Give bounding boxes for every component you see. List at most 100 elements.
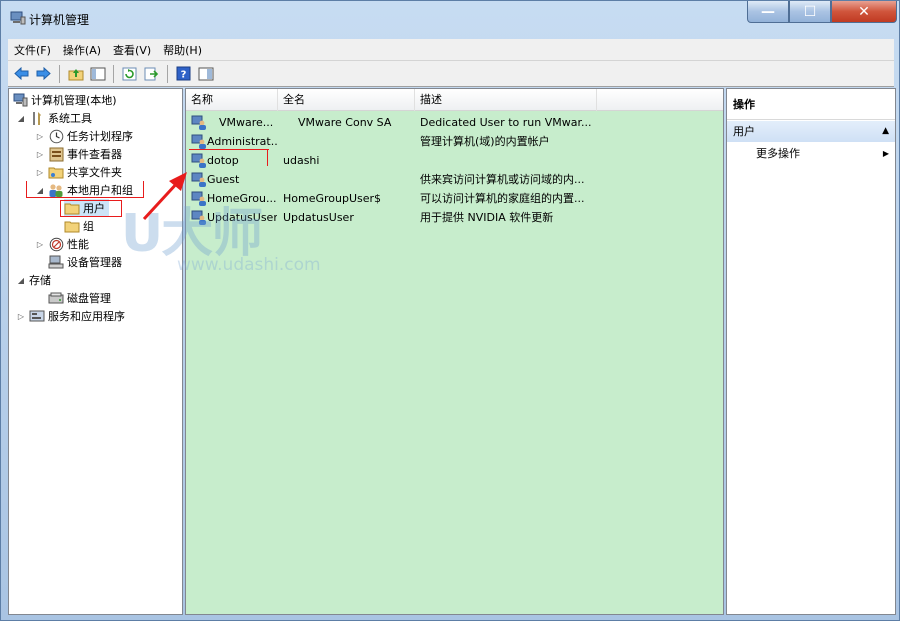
expand-arrow-icon[interactable]: ▷ (16, 312, 26, 321)
tree-item-shared-folders[interactable]: ▷ 共享文件夹 (35, 163, 122, 181)
cell-full-name: HomeGroupUser$ (283, 192, 382, 205)
close-icon: ✕ (858, 3, 870, 20)
tree-label: 事件查看器 (67, 148, 122, 161)
table-row[interactable]: dotop udashi (186, 151, 723, 170)
expand-arrow-icon[interactable]: ▷ (35, 168, 45, 177)
folder-up-icon (68, 68, 83, 80)
expand-arrow-icon[interactable]: ▷ (35, 132, 45, 141)
more-actions-item[interactable]: 更多操作 ▶ (727, 144, 895, 164)
tree-item-services-apps[interactable]: ▷ 服务和应用程序 (16, 307, 125, 325)
minimize-button[interactable]: — (747, 1, 789, 23)
column-header-full-name[interactable]: 全名 (278, 89, 415, 111)
tree-item-task-scheduler[interactable]: ▷ 任务计划程序 (35, 127, 133, 145)
up-one-level-button[interactable] (66, 64, 85, 83)
actions-title: 操作 (727, 89, 895, 120)
actions-pane: 操作 用户 ▲ 更多操作 ▶ (726, 88, 896, 615)
tree-item-device-manager[interactable]: 设备管理器 (48, 253, 122, 271)
table-row[interactable]: HomeGrou... HomeGroupUser$ 可以访问计算机的家庭组的内… (186, 189, 723, 208)
event-viewer-icon (48, 146, 64, 162)
toolbar-separator (113, 64, 114, 83)
disk-management-icon (48, 290, 64, 306)
minimize-icon: — (761, 3, 775, 20)
folder-icon (64, 218, 80, 234)
column-header-name[interactable]: 名称 (186, 89, 278, 111)
tree-item-users[interactable]: 用户 (64, 199, 109, 217)
cell-name: HomeGrou... (207, 192, 277, 205)
performance-icon (48, 236, 64, 252)
toolbar-separator (167, 64, 168, 83)
cell-description: 可以访问计算机的家庭组的内置... (420, 192, 585, 205)
menu-action[interactable]: 操作(A) (57, 42, 107, 58)
refresh-icon (122, 67, 137, 80)
collapse-arrow-icon[interactable]: ◢ (35, 186, 45, 195)
cell-full-name (283, 132, 413, 151)
show-action-pane-button[interactable] (196, 64, 215, 83)
menu-file[interactable]: 文件(F) (8, 42, 57, 58)
menu-view[interactable]: 查看(V) (107, 42, 157, 58)
collapse-arrow-icon[interactable]: ◢ (16, 276, 26, 285)
tree-item-storage[interactable]: ◢ 存储 (16, 271, 51, 289)
forward-button[interactable] (34, 64, 53, 83)
tree-label: 共享文件夹 (67, 166, 122, 179)
close-button[interactable]: ✕ (831, 1, 897, 23)
back-button[interactable] (12, 64, 31, 83)
cell-description: 管理计算机(域)的内置帐户 (420, 135, 550, 148)
title-bar[interactable]: 计算机管理 — ☐ ✕ (1, 1, 899, 39)
tree-item-system-tools[interactable]: ◢ 系统工具 (16, 109, 92, 127)
tree-item-performance[interactable]: ▷ 性能 (35, 235, 89, 253)
cell-full-name (283, 170, 413, 189)
tree-label: 存储 (29, 274, 51, 287)
action-pane-icon (198, 67, 213, 80)
table-row[interactable]: VMware... VMware Conv SA Dedicated User … (186, 113, 723, 132)
cell-full-name: udashi (283, 154, 320, 167)
column-header-description[interactable]: 描述 (415, 89, 597, 111)
tree-item-disk-management[interactable]: 磁盘管理 (48, 289, 111, 307)
refresh-button[interactable] (120, 64, 139, 83)
tree-label: 设备管理器 (67, 256, 122, 269)
tree-item-computer-management[interactable]: 计算机管理(本地) (12, 91, 117, 109)
tree-item-local-users-groups[interactable]: ◢ 本地用户和组 (35, 181, 133, 199)
user-account-icon (191, 134, 206, 149)
cell-name: VMware... (219, 116, 274, 129)
actions-section-users[interactable]: 用户 ▲ (727, 121, 895, 142)
tree-item-event-viewer[interactable]: ▷ 事件查看器 (35, 145, 122, 163)
tree-label: 用户 (83, 202, 105, 215)
tree-label: 性能 (67, 238, 89, 251)
submenu-arrow-icon: ▶ (882, 149, 889, 158)
tree-item-groups[interactable]: 组 (64, 217, 94, 235)
table-row[interactable]: Guest 供来宾访问计算机或访问域的内... (186, 170, 723, 189)
tree-label: 本地用户和组 (67, 184, 133, 197)
maximize-button[interactable]: ☐ (789, 1, 831, 23)
tree-label: 任务计划程序 (67, 130, 133, 143)
menu-help[interactable]: 帮助(H) (157, 42, 208, 58)
expand-arrow-icon[interactable]: ▷ (35, 240, 45, 249)
cell-description (420, 151, 592, 170)
user-account-icon (191, 210, 206, 225)
help-button[interactable]: ? (174, 64, 193, 83)
expand-arrow-icon[interactable]: ▷ (35, 150, 45, 159)
tree-label: 计算机管理(本地) (31, 94, 117, 107)
tools-icon (29, 110, 45, 126)
export-icon (144, 67, 159, 80)
user-list: 名称 全名 描述 VMware... VMware Conv SA Dedica… (185, 88, 724, 615)
more-actions-label: 更多操作 (756, 147, 800, 160)
actions-section-label: 用户 (733, 125, 755, 138)
collapse-arrow-icon[interactable]: ◢ (16, 114, 26, 123)
svg-text:?: ? (181, 70, 187, 81)
user-account-icon (191, 115, 206, 130)
export-list-button[interactable] (142, 64, 161, 83)
window-title: 计算机管理 (29, 13, 90, 27)
cell-description: 用于提供 NVIDIA 软件更新 (420, 211, 554, 224)
forward-arrow-icon (36, 67, 51, 80)
computer-management-icon (12, 92, 28, 108)
table-row[interactable]: Administrat... 管理计算机(域)的内置帐户 (186, 132, 723, 151)
clock-icon (48, 128, 64, 144)
table-row[interactable]: UpdatusUser UpdatusUser 用于提供 NVIDIA 软件更新 (186, 208, 723, 227)
maximize-icon: ☐ (803, 3, 817, 20)
cell-full-name: UpdatusUser (283, 211, 354, 224)
cell-name: Administrat... (207, 135, 277, 148)
cell-full-name: VMware Conv SA (298, 116, 392, 129)
user-account-icon (191, 153, 206, 168)
show-hide-tree-button[interactable] (88, 64, 107, 83)
collapse-caret-icon[interactable]: ▲ (882, 121, 889, 142)
